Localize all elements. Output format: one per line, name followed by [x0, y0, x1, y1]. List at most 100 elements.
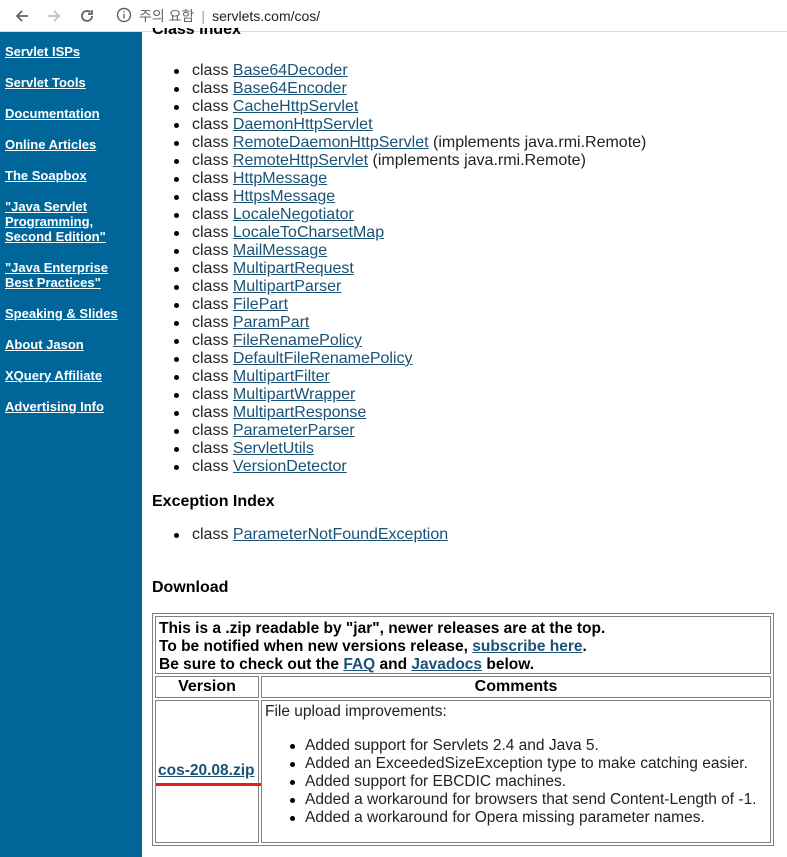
class-keyword: class	[192, 422, 229, 439]
class-keyword: class	[192, 152, 229, 169]
sidebar-item-soapbox[interactable]: The Soapbox	[5, 168, 137, 183]
class-keyword: class	[192, 332, 229, 349]
class-keyword: class	[192, 314, 229, 331]
change-item: Added support for EBCDIC machines.	[287, 773, 767, 791]
notice-line-3: Be sure to check out the FAQ and Javadoc…	[159, 656, 535, 673]
class-link-locale-negotiator[interactable]: LocaleNegotiator	[233, 206, 354, 223]
class-list-item: class MultipartParser	[152, 278, 646, 296]
class-keyword: class	[192, 260, 229, 277]
download-heading: Download	[152, 579, 229, 596]
class-list-item: class LocaleToCharsetMap	[152, 224, 646, 242]
sidebar-item-servlet-tools[interactable]: Servlet Tools	[5, 75, 137, 90]
browser-toolbar: 주의 요함 | servlets.com/cos/	[0, 0, 787, 32]
class-link-mail-message[interactable]: MailMessage	[233, 242, 327, 259]
class-keyword: class	[192, 134, 229, 151]
reload-icon[interactable]	[77, 6, 97, 26]
sidebar-item-xquery-affiliate[interactable]: XQuery Affiliate	[5, 368, 137, 383]
subscribe-link[interactable]: subscribe here	[472, 638, 582, 655]
column-header-version: Version	[155, 676, 259, 698]
comments-cell: File upload improvements: Added support …	[261, 700, 771, 843]
class-keyword: class	[192, 206, 229, 223]
download-table: This is a .zip readable by "jar", newer …	[152, 613, 774, 846]
class-link-parameter-parser[interactable]: ParameterParser	[233, 422, 355, 439]
class-keyword: class	[192, 278, 229, 295]
back-arrow-icon[interactable]	[12, 6, 32, 26]
download-notice: This is a .zip readable by "jar", newer …	[155, 616, 771, 674]
class-index-heading: Class Index	[152, 28, 241, 38]
highlight-underline	[156, 783, 262, 786]
javadocs-link[interactable]: Javadocs	[411, 656, 482, 673]
class-list-item: class DefaultFileRenamePolicy	[152, 350, 646, 368]
security-label[interactable]: 주의 요함	[139, 6, 194, 26]
sidebar-item-online-articles[interactable]: Online Articles	[5, 137, 137, 152]
class-list-item: class ParameterNotFoundException	[152, 526, 448, 544]
class-link-remote-daemon-http-servlet[interactable]: RemoteDaemonHttpServlet	[233, 134, 429, 151]
exception-index-heading: Exception Index	[152, 493, 275, 510]
class-link-multipart-parser[interactable]: MultipartParser	[233, 278, 341, 295]
class-link-multipart-request[interactable]: MultipartRequest	[233, 260, 354, 277]
notice-line-1: This is a .zip readable by "jar", newer …	[159, 620, 606, 637]
column-header-comments: Comments	[261, 676, 771, 698]
class-list-item: class MailMessage	[152, 242, 646, 260]
class-link-file-part[interactable]: FilePart	[233, 296, 288, 313]
class-link-locale-to-charset-map[interactable]: LocaleToCharsetMap	[233, 224, 384, 241]
sidebar-item-speaking-slides[interactable]: Speaking & Slides	[5, 306, 137, 321]
class-keyword: class	[192, 368, 229, 385]
class-link-cache-http-servlet[interactable]: CacheHttpServlet	[233, 98, 358, 115]
class-list-item: class RemoteDaemonHttpServlet (implement…	[152, 134, 646, 152]
class-keyword: class	[192, 526, 229, 543]
class-list-item: class ServletUtils	[152, 440, 646, 458]
class-link-multipart-filter[interactable]: MultipartFilter	[233, 368, 330, 385]
class-link-parameter-not-found-exception[interactable]: ParameterNotFoundException	[233, 526, 448, 543]
class-list-item: class MultipartWrapper	[152, 386, 646, 404]
class-list-item: class ParameterParser	[152, 422, 646, 440]
class-keyword: class	[192, 458, 229, 475]
class-link-default-file-rename-policy[interactable]: DefaultFileRenamePolicy	[233, 350, 413, 367]
class-keyword: class	[192, 440, 229, 457]
class-link-remote-http-servlet[interactable]: RemoteHttpServlet	[233, 152, 368, 169]
change-item: Added an ExceededSizeException type to m…	[287, 755, 767, 773]
class-list-item: class MultipartFilter	[152, 368, 646, 386]
class-keyword: class	[192, 224, 229, 241]
class-link-http-message[interactable]: HttpMessage	[233, 170, 327, 187]
class-list-item: class LocaleNegotiator	[152, 206, 646, 224]
sidebar-item-java-servlet-programming[interactable]: "Java Servlet Programming, Second Editio…	[5, 199, 115, 244]
class-list-item: class HttpMessage	[152, 170, 646, 188]
class-link-base64-decoder[interactable]: Base64Decoder	[233, 62, 348, 79]
class-keyword: class	[192, 116, 229, 133]
class-link-https-message[interactable]: HttpsMessage	[233, 188, 335, 205]
class-link-param-part[interactable]: ParamPart	[233, 314, 309, 331]
class-link-multipart-wrapper[interactable]: MultipartWrapper	[233, 386, 355, 403]
sidebar-item-documentation[interactable]: Documentation	[5, 106, 137, 121]
forward-arrow-icon[interactable]	[44, 6, 64, 26]
class-list-item: class MultipartResponse	[152, 404, 646, 422]
class-link-file-rename-policy[interactable]: FileRenamePolicy	[233, 332, 362, 349]
faq-link[interactable]: FAQ	[343, 656, 375, 673]
class-keyword: class	[192, 98, 229, 115]
class-keyword: class	[192, 350, 229, 367]
class-list-item: class DaemonHttpServlet	[152, 116, 646, 134]
change-item: Added a workaround for browsers that sen…	[287, 791, 767, 809]
sidebar-item-about-jason[interactable]: About Jason	[5, 337, 137, 352]
class-keyword: class	[192, 62, 229, 79]
class-link-version-detector[interactable]: VersionDetector	[233, 458, 347, 475]
class-keyword: class	[192, 404, 229, 421]
class-link-servlet-utils[interactable]: ServletUtils	[233, 440, 314, 457]
info-icon[interactable]	[116, 7, 132, 26]
class-list-item: class Base64Decoder	[152, 62, 646, 80]
class-keyword: class	[192, 80, 229, 97]
notice-line-2: To be notified when new versions release…	[159, 638, 587, 655]
class-link-daemon-http-servlet[interactable]: DaemonHttpServlet	[233, 116, 373, 133]
sidebar-item-servlet-isps[interactable]: Servlet ISPs	[5, 44, 137, 59]
release-changes-list: Added support for Servlets 2.4 and Java …	[265, 737, 767, 827]
class-link-multipart-response[interactable]: MultipartResponse	[233, 404, 366, 421]
class-index-list: class Base64Decoder class Base64Encoder cl…	[152, 62, 646, 476]
sidebar-item-advertising-info[interactable]: Advertising Info	[5, 399, 137, 414]
class-link-base64-encoder[interactable]: Base64Encoder	[233, 80, 347, 97]
download-zip-link[interactable]: cos-20.08.zip	[158, 762, 255, 780]
class-list-item: class Base64Encoder	[152, 80, 646, 98]
sidebar-item-java-enterprise-best-practices[interactable]: "Java Enterprise Best Practices"	[5, 260, 117, 290]
url-text[interactable]: servlets.com/cos/	[212, 8, 320, 24]
release-summary: File upload improvements:	[265, 703, 447, 720]
address-bar[interactable]: 주의 요함 | servlets.com/cos/	[116, 6, 320, 26]
